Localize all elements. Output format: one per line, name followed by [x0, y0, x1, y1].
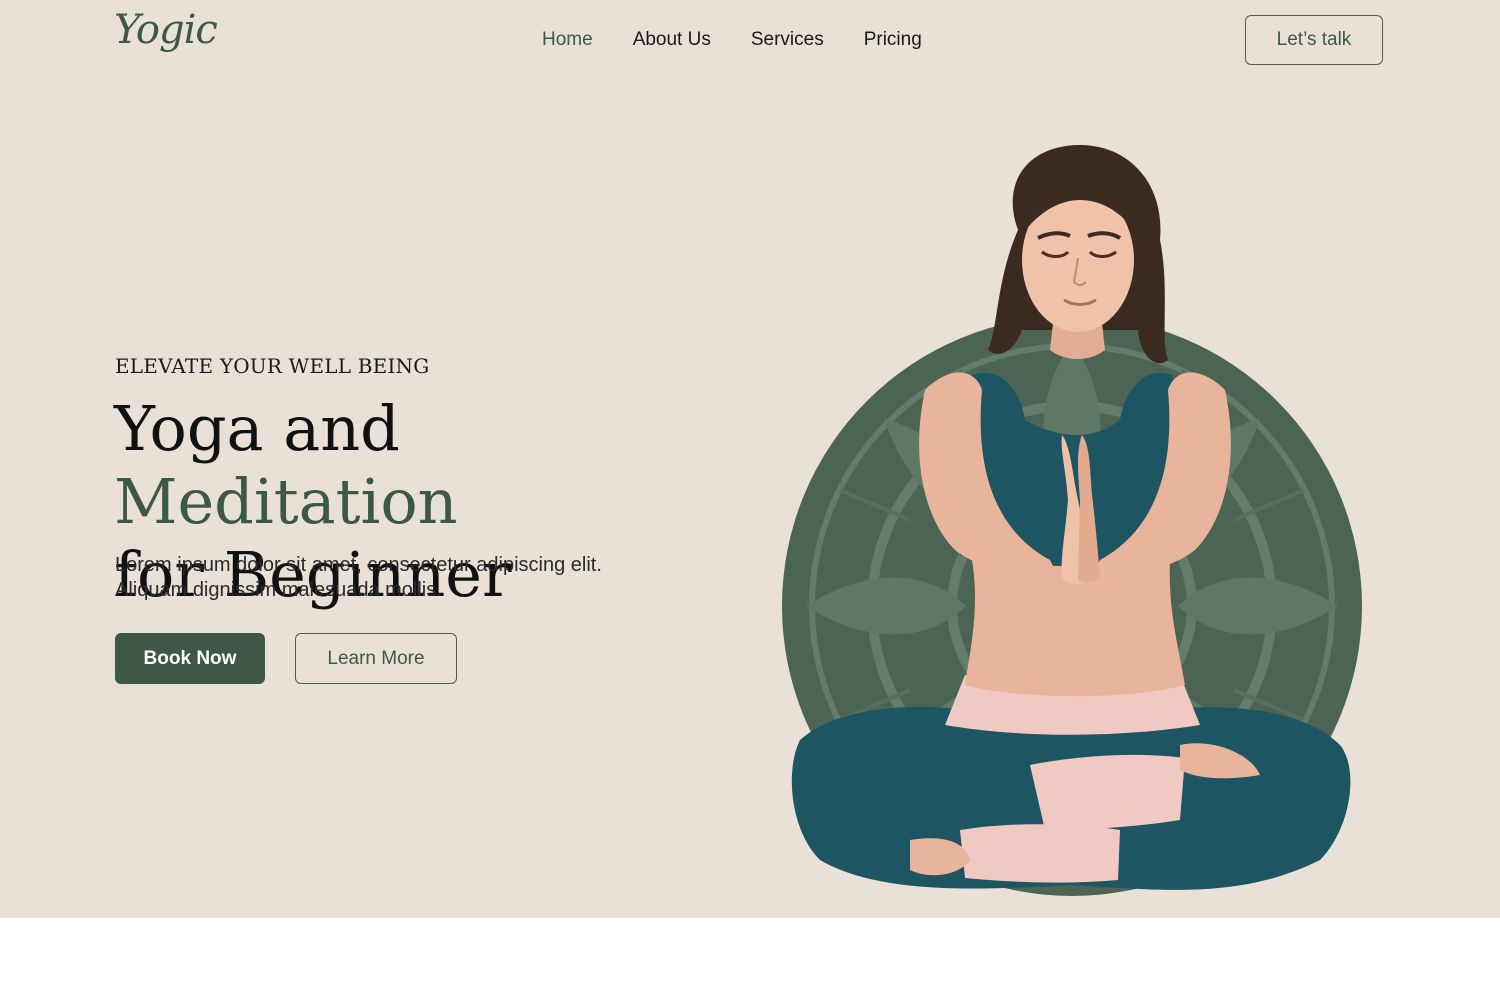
lead-line-1: Lorem ipsum dolor sit amet, consectetur …	[115, 554, 602, 576]
learn-more-button[interactable]: Learn More	[295, 633, 457, 684]
nav-item-about-us[interactable]: About Us	[633, 29, 711, 51]
hero-lead: Lorem ipsum dolor sit amet, consectetur …	[115, 553, 715, 603]
main-nav: Home About Us Services Pricing	[542, 29, 922, 51]
nav-item-pricing[interactable]: Pricing	[864, 29, 922, 51]
hero-image	[782, 145, 1362, 896]
hero-eyebrow: ELEVATE YOUR WELL BEING	[115, 354, 430, 378]
nav-item-home[interactable]: Home	[542, 29, 593, 51]
hero-section: Yogic Home About Us Services Pricing Let…	[0, 0, 1500, 918]
nav-item-services[interactable]: Services	[751, 29, 824, 51]
lead-line-2: Aliquam dignissim malesuada mollis.	[115, 579, 442, 601]
headline-accent: Meditation	[114, 465, 458, 538]
headline-part-1: Yoga and	[114, 392, 400, 465]
logo[interactable]: Yogic	[114, 10, 218, 50]
lets-talk-button[interactable]: Let’s talk	[1245, 15, 1383, 65]
next-section	[0, 918, 1500, 1000]
book-now-button[interactable]: Book Now	[115, 633, 265, 684]
